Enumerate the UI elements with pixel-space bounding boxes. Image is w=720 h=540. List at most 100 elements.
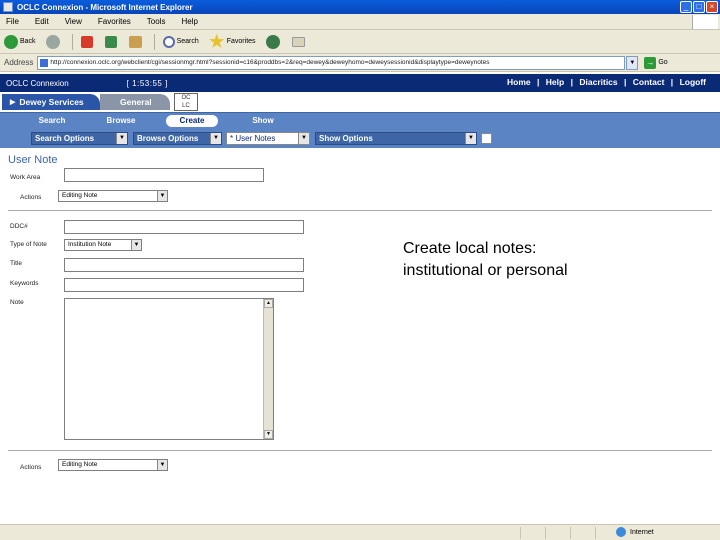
address-bar: Address http://connexion.oclc.org/webcli… [0,54,720,72]
status-divider [570,527,571,539]
options-row: Search Options ▼ Browse Options ▼ * User… [0,128,720,148]
nav-show[interactable]: Show [238,115,288,127]
note-scrollbar[interactable]: ▲ ▼ [263,299,273,439]
tab-general-label: General [120,97,152,107]
nav-create[interactable]: Create [166,115,218,127]
nav-search[interactable]: Search [28,115,76,127]
back-arrow-icon [4,34,18,49]
browse-options-select[interactable]: Browse Options ▼ [133,132,222,145]
maximize-button[interactable]: □ [693,1,705,13]
oclc-header: OCLC Connexion [ 1:53:55 ] Home | Help |… [0,74,720,92]
title-input[interactable] [64,258,304,272]
actions-label: Actions [20,194,42,201]
logoff-link[interactable]: Logoff [680,77,706,87]
address-url: http://connexion.oclc.org/webclient/cgi/… [50,58,490,66]
menu-edit[interactable]: Edit [35,17,49,26]
ie-app-icon [3,2,13,12]
status-divider [520,527,521,539]
chevron-down-icon: ▼ [157,460,167,470]
menu-favorites[interactable]: Favorites [98,17,131,26]
chevron-down-icon: ▼ [465,133,476,144]
forward-arrow-icon [45,34,60,49]
work-area-label: Work Area [10,174,41,181]
type-of-note-value: Institution Note [68,241,112,248]
nav-browse[interactable]: Browse [96,115,146,127]
scroll-down-icon[interactable]: ▼ [264,430,273,439]
show-options-value: Show Options [319,134,373,143]
work-area-input[interactable] [64,168,264,182]
oclc-logo-line1: OC [181,95,191,101]
contact-link[interactable]: Contact [633,77,665,87]
search-icon [162,35,175,48]
link-separator: | [570,77,573,87]
search-button[interactable]: Search [162,35,199,48]
stop-button[interactable] [80,35,95,48]
chevron-down-icon: ▼ [116,133,127,144]
chevron-down-icon: ▼ [131,240,141,250]
session-clock: [ 1:53:55 ] [126,78,168,88]
favorites-button[interactable]: Favorites [209,33,256,50]
toolbar-divider [71,33,73,50]
tab-dewey-services[interactable]: ▶ Dewey Services [2,94,100,110]
keywords-label: Keywords [10,280,39,287]
close-button[interactable]: × [706,1,718,13]
browse-options-value: Browse Options [137,134,199,143]
scroll-up-icon[interactable]: ▲ [264,299,273,308]
status-bar: Internet [0,524,720,540]
actions-bottom-label: Actions [20,464,42,471]
tab-general[interactable]: General [100,94,170,110]
link-separator: | [537,77,540,87]
minimize-button[interactable]: _ [680,1,692,13]
link-separator: | [670,77,674,87]
mail-button[interactable] [291,36,307,47]
page-icon [40,58,49,67]
search-label: Search [176,38,199,45]
section-divider [8,210,712,211]
home-button[interactable] [128,35,144,48]
address-input[interactable]: http://connexion.oclc.org/webclient/cgi/… [37,55,626,70]
search-options-select[interactable]: Search Options ▼ [31,132,128,145]
address-dropdown-button[interactable]: ▼ [626,55,639,70]
menu-help[interactable]: Help [181,17,197,26]
diacritics-link[interactable]: Diacritics [579,77,617,87]
tab-dewey-label: Dewey Services [19,97,84,107]
favorites-label: Favorites [226,38,256,45]
media-icon [265,34,280,49]
media-button[interactable] [265,34,282,49]
address-label: Address [4,58,34,67]
status-divider [595,527,596,539]
keywords-input[interactable] [64,278,304,292]
page-title: User Note [8,154,58,166]
search-options-value: Search Options [35,134,95,143]
forward-button[interactable] [45,34,62,49]
home-link[interactable]: Home [507,77,531,87]
options-checkbox[interactable] [481,133,492,144]
zone-label: Internet [630,528,654,536]
actions-bottom-select[interactable]: Editing Note ▼ [58,459,168,471]
type-of-note-select[interactable]: Institution Note ▼ [64,239,142,251]
ddc-input[interactable] [64,220,304,234]
link-separator: | [624,77,627,87]
help-link[interactable]: Help [546,77,564,87]
header-links: Home | Help | Diacritics | Contact | Log… [503,77,706,87]
menu-view[interactable]: View [65,17,82,26]
section-divider [8,450,712,451]
status-divider [545,527,546,539]
star-icon [209,33,225,49]
note-textarea[interactable]: ▲ ▼ [64,298,274,440]
window-title-bar: OCLC Connexion - Microsoft Internet Expl… [0,0,720,14]
go-button[interactable]: → Go [644,56,668,69]
window-title: OCLC Connexion - Microsoft Internet Expl… [17,2,193,12]
actions-bottom-value: Editing Note [62,461,98,468]
note-label: Note [10,299,24,306]
back-label: Back [20,38,36,45]
user-notes-select[interactable]: * User Notes ▼ [226,132,310,145]
refresh-button[interactable] [104,35,119,48]
back-button[interactable]: Back [4,34,36,49]
actions-value: Editing Note [62,192,98,199]
menu-tools[interactable]: Tools [147,17,166,26]
menu-file[interactable]: File [6,17,19,26]
actions-select[interactable]: Editing Note ▼ [58,190,168,202]
show-options-select[interactable]: Show Options ▼ [315,132,477,145]
stop-icon [80,35,93,48]
